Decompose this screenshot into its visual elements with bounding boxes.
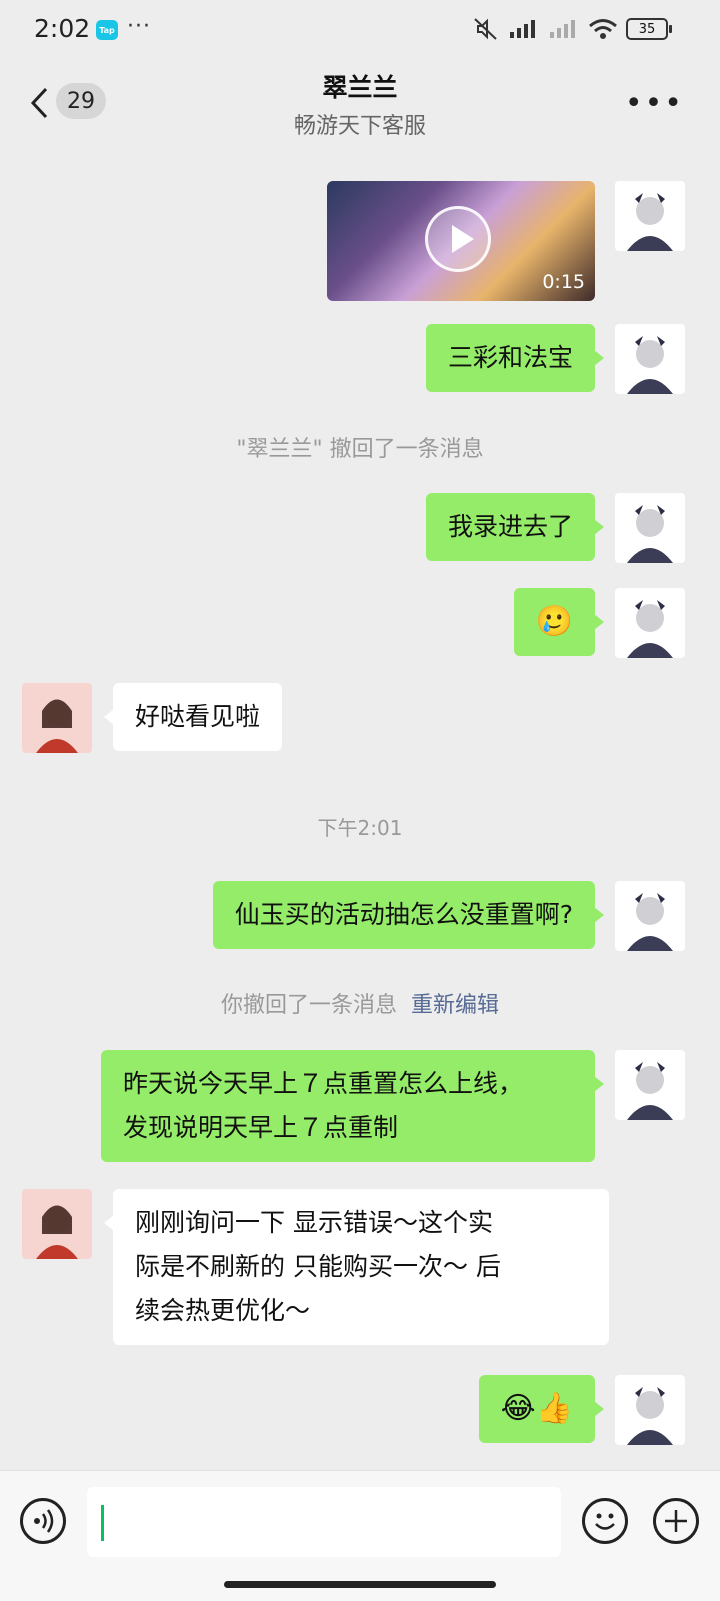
video-duration: 0:15 (542, 271, 585, 293)
avatar[interactable] (22, 683, 92, 753)
system-message: "翠兰兰" 撤回了一条消息 (236, 437, 484, 462)
chat-subtitle: 畅游天下客服 (293, 114, 426, 139)
video-message[interactable]: 0:15 (327, 181, 595, 301)
avatar[interactable] (22, 1189, 92, 1259)
signal2-icon (550, 20, 575, 38)
avatar[interactable] (615, 324, 685, 394)
avatar[interactable] (615, 1050, 685, 1120)
message-input[interactable] (87, 1487, 561, 1557)
timestamp: 下午2:01 (317, 816, 403, 840)
avatar[interactable] (615, 588, 685, 658)
message-line: 发现说明天早上７点重制 (123, 1113, 399, 1142)
message-bubble[interactable]: 刚刚询问一下 显示错误～这个实 际是不刷新的 只能购买一次～ 后 续会热更优化～ (104, 1189, 609, 1345)
home-indicator (224, 1581, 496, 1588)
more-icon[interactable]: ••• (625, 86, 684, 121)
recall-notice: 你撤回了一条消息 (220, 993, 397, 1018)
play-icon[interactable] (425, 206, 491, 272)
message-line: 昨天说今天早上７点重置怎么上线， (123, 1069, 524, 1098)
avatar[interactable] (615, 181, 685, 251)
voice-icon[interactable] (20, 1498, 66, 1544)
mute-icon (474, 18, 497, 40)
message-bubble[interactable]: 仙玉买的活动抽怎么没重置啊? (212, 881, 605, 949)
emoji-message[interactable]: 😂👍 (478, 1375, 605, 1443)
avatar[interactable] (615, 493, 685, 563)
status-time: 2:02 (34, 14, 91, 43)
signal-icon (510, 20, 535, 38)
message-bubble[interactable]: 我录进去了 (425, 493, 605, 561)
re-edit-link[interactable]: 重新编辑 (411, 993, 499, 1018)
avatar[interactable] (615, 1375, 685, 1445)
chat-title: 翠兰兰 (322, 73, 398, 102)
message-line: 际是不刷新的 只能购买一次～ 后 (135, 1252, 501, 1281)
emoji-message[interactable]: 🥲 (513, 588, 605, 656)
message-line: 续会热更优化～ (135, 1296, 311, 1325)
status-icons: 35 (472, 17, 672, 41)
system-message: 你撤回了一条消息 重新编辑 (0, 987, 720, 1019)
notification-dots: ··· (127, 14, 151, 39)
emoji-icon[interactable] (582, 1498, 628, 1544)
avatar[interactable] (615, 881, 685, 951)
plus-icon[interactable] (653, 1498, 699, 1544)
message-bubble[interactable]: 好哒看见啦 (103, 683, 283, 751)
message-bubble[interactable]: 三彩和法宝 (425, 324, 605, 392)
wifi-icon (589, 19, 617, 39)
battery-icon: 35 (626, 18, 672, 40)
tap-app-icon: Tap (96, 20, 118, 40)
text-cursor (101, 1505, 104, 1541)
message-bubble[interactable]: 昨天说今天早上７点重置怎么上线， 发现说明天早上７点重制 (101, 1050, 604, 1162)
message-line: 刚刚询问一下 显示错误～这个实 (135, 1208, 493, 1237)
